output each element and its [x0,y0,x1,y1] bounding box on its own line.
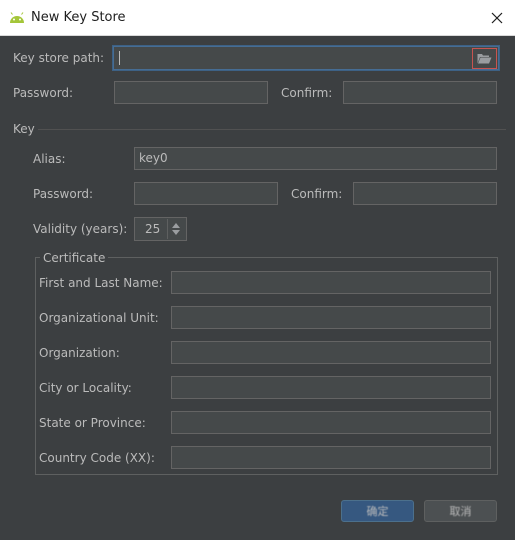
spinner-down-icon[interactable] [172,230,180,235]
keystore-password-input[interactable] [114,81,268,104]
first-last-name-input[interactable] [171,271,491,294]
country-code-input[interactable] [171,446,491,469]
organization-label: Organization: [39,346,120,360]
organizational-unit-input[interactable] [171,306,491,329]
keystore-path-label: Key store path: [13,51,105,65]
ok-button-label: 确定 [366,505,389,518]
key-section-divider [38,129,506,130]
keystore-password-label: Password: [13,86,74,100]
state-province-input[interactable] [171,411,491,434]
first-last-name-label: First and Last Name: [39,276,163,290]
cancel-button[interactable]: 取消 [424,500,497,522]
country-code-label: Country Code (XX): [39,451,155,465]
close-button[interactable] [485,6,509,30]
organizational-unit-label: Organizational Unit: [39,311,159,325]
spinner-up-icon[interactable] [172,223,180,228]
alias-input[interactable]: key0 [134,147,497,170]
text-caret [119,51,120,65]
state-province-label: State or Province: [39,416,146,430]
validity-spinner-arrows[interactable] [167,219,184,239]
cancel-button-label: 取消 [449,505,472,518]
close-icon [491,12,503,24]
key-password-input[interactable] [134,182,278,205]
city-locality-input[interactable] [171,376,491,399]
validity-value: 25 [145,222,161,236]
organization-input[interactable] [171,341,491,364]
window-bottom-edge [0,531,515,540]
keystore-confirm-input[interactable] [343,81,497,104]
key-section-label: Key [13,122,35,136]
key-confirm-label: Confirm: [291,187,343,201]
ok-button[interactable]: 确定 [341,500,414,522]
folder-open-icon [477,54,492,64]
alias-value: key0 [139,151,168,165]
key-password-label: Password: [33,187,94,201]
keystore-path-input[interactable] [113,46,499,70]
android-icon [10,12,24,23]
title-bar: New Key Store [0,0,515,36]
keystore-confirm-label: Confirm: [281,86,333,100]
city-locality-label: City or Locality: [39,381,132,395]
alias-label: Alias: [33,152,66,166]
window-title: New Key Store [31,10,126,25]
key-confirm-input[interactable] [353,182,497,205]
validity-label: Validity (years): [33,222,128,236]
certificate-title: Certificate [40,251,109,265]
browse-button[interactable] [472,48,497,69]
